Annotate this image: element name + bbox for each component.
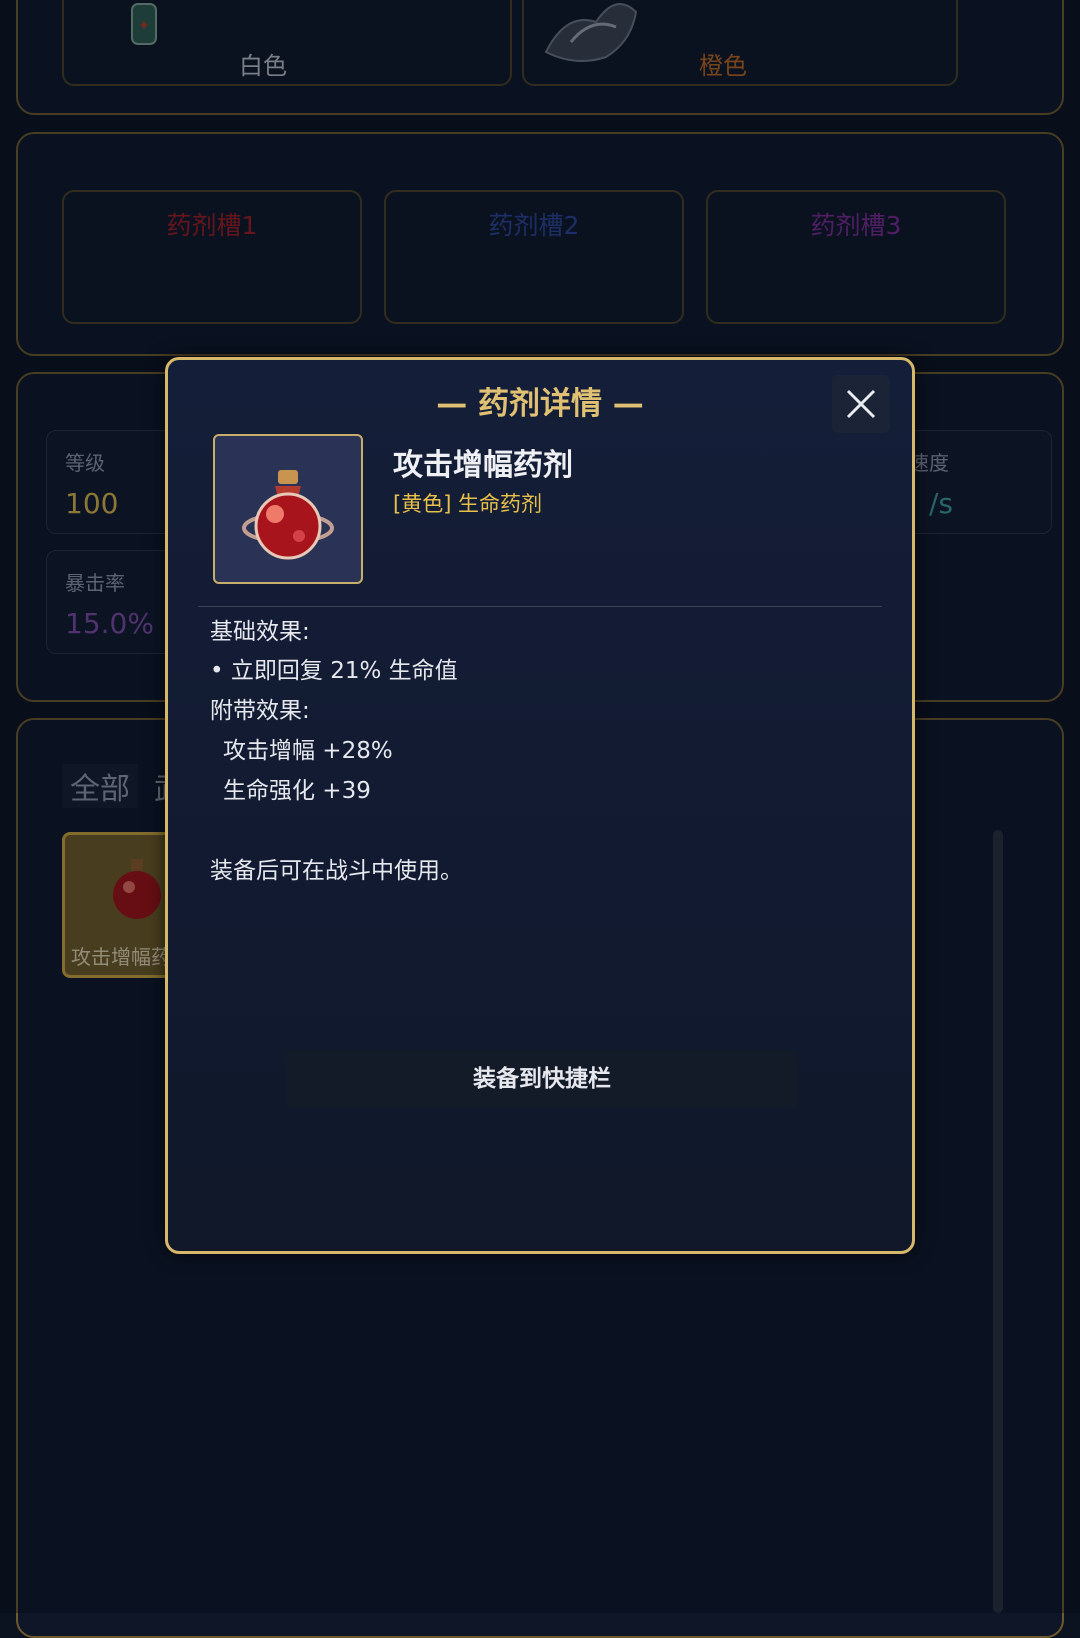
- usage-note: 装备后可在战斗中使用。: [210, 858, 463, 884]
- potion-rarity-type: [黄色] 生命药剂: [393, 492, 543, 516]
- potion-thumbnail: [213, 434, 363, 584]
- extra-effect-header: 附带效果:: [210, 698, 310, 724]
- modal-divider: [198, 606, 882, 607]
- close-button[interactable]: [832, 375, 890, 433]
- extra-effect-line: 生命强化 +39: [223, 778, 371, 804]
- close-icon: [846, 389, 876, 419]
- red-potion-icon: [242, 470, 334, 560]
- modal-title: — 药剂详情 —: [436, 386, 644, 422]
- base-effect-line: • 立即回复 21% 生命值: [210, 658, 458, 684]
- base-effect-header: 基础效果:: [210, 619, 310, 645]
- extra-effect-line: 攻击增幅 +28%: [223, 738, 393, 764]
- potion-name: 攻击增幅药剂: [393, 448, 573, 483]
- equip-to-quickbar-button[interactable]: 装备到快捷栏: [286, 1050, 798, 1108]
- potion-detail-modal: — 药剂详情 — 攻击增幅药剂 [黄色] 生命药剂 基础效果: • 立即回复 2…: [165, 357, 915, 1254]
